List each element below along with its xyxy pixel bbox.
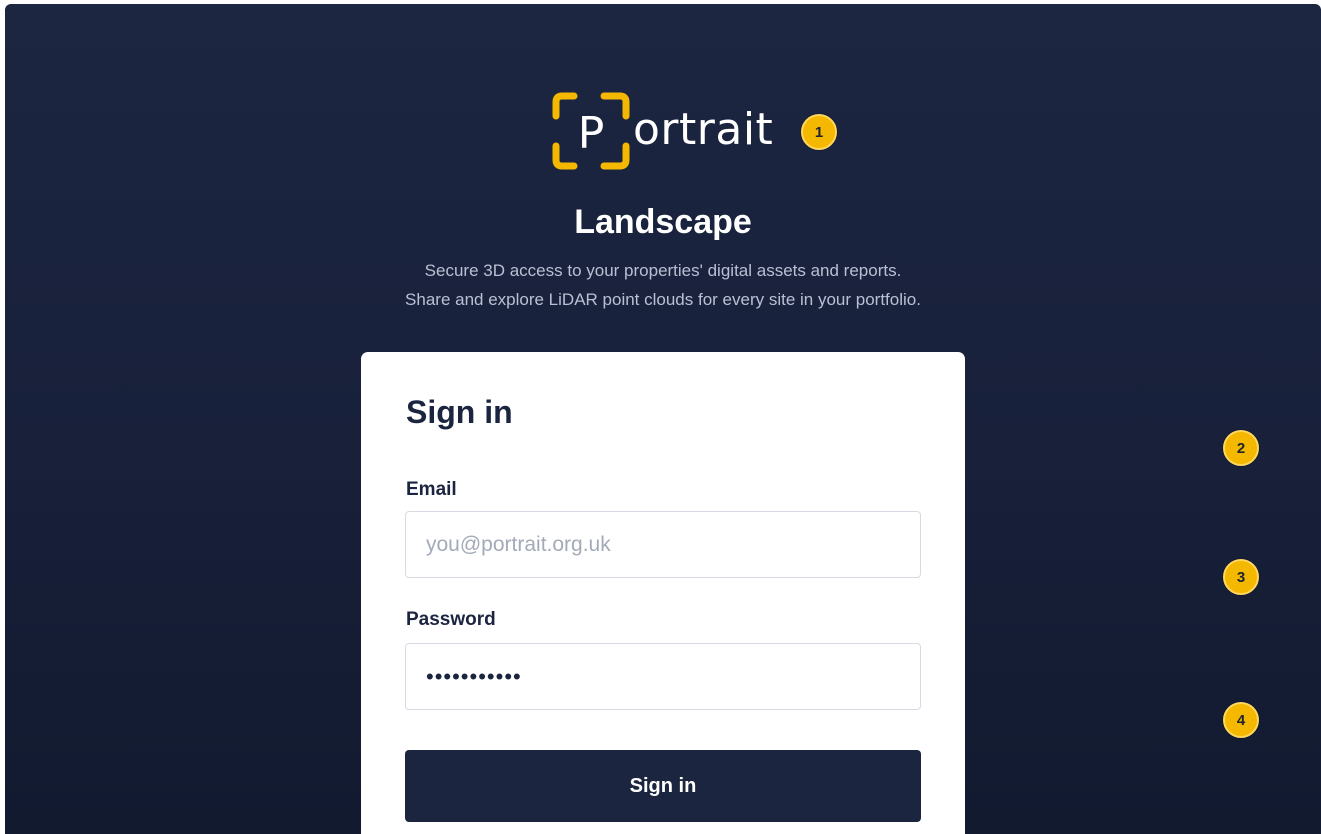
tagline-line-1: Secure 3D access to your properties' dig…	[424, 261, 902, 280]
signin-heading: Sign in	[406, 394, 513, 430]
page-background: P ortrait 1 2 3 4 Landscape Secure 3D ac…	[5, 4, 1321, 834]
annotation-badge-1: 1	[801, 114, 837, 150]
logo-letter: P	[578, 108, 605, 159]
annotation-badge-3: 3	[1223, 559, 1259, 595]
password-label: Password	[406, 609, 496, 630]
signin-card: Sign in Email Password Sign in	[361, 352, 965, 834]
password-field[interactable]	[405, 643, 921, 710]
tagline-line-2: Share and explore LiDAR point clouds for…	[405, 290, 921, 309]
brand-name: ortrait	[633, 104, 774, 155]
signin-button[interactable]: Sign in	[405, 750, 921, 822]
email-label: Email	[406, 479, 457, 500]
app-title: Landscape	[574, 203, 752, 241]
annotation-badge-2: 2	[1223, 430, 1259, 466]
email-field[interactable]	[405, 511, 921, 578]
annotation-badge-4: 4	[1223, 702, 1259, 738]
